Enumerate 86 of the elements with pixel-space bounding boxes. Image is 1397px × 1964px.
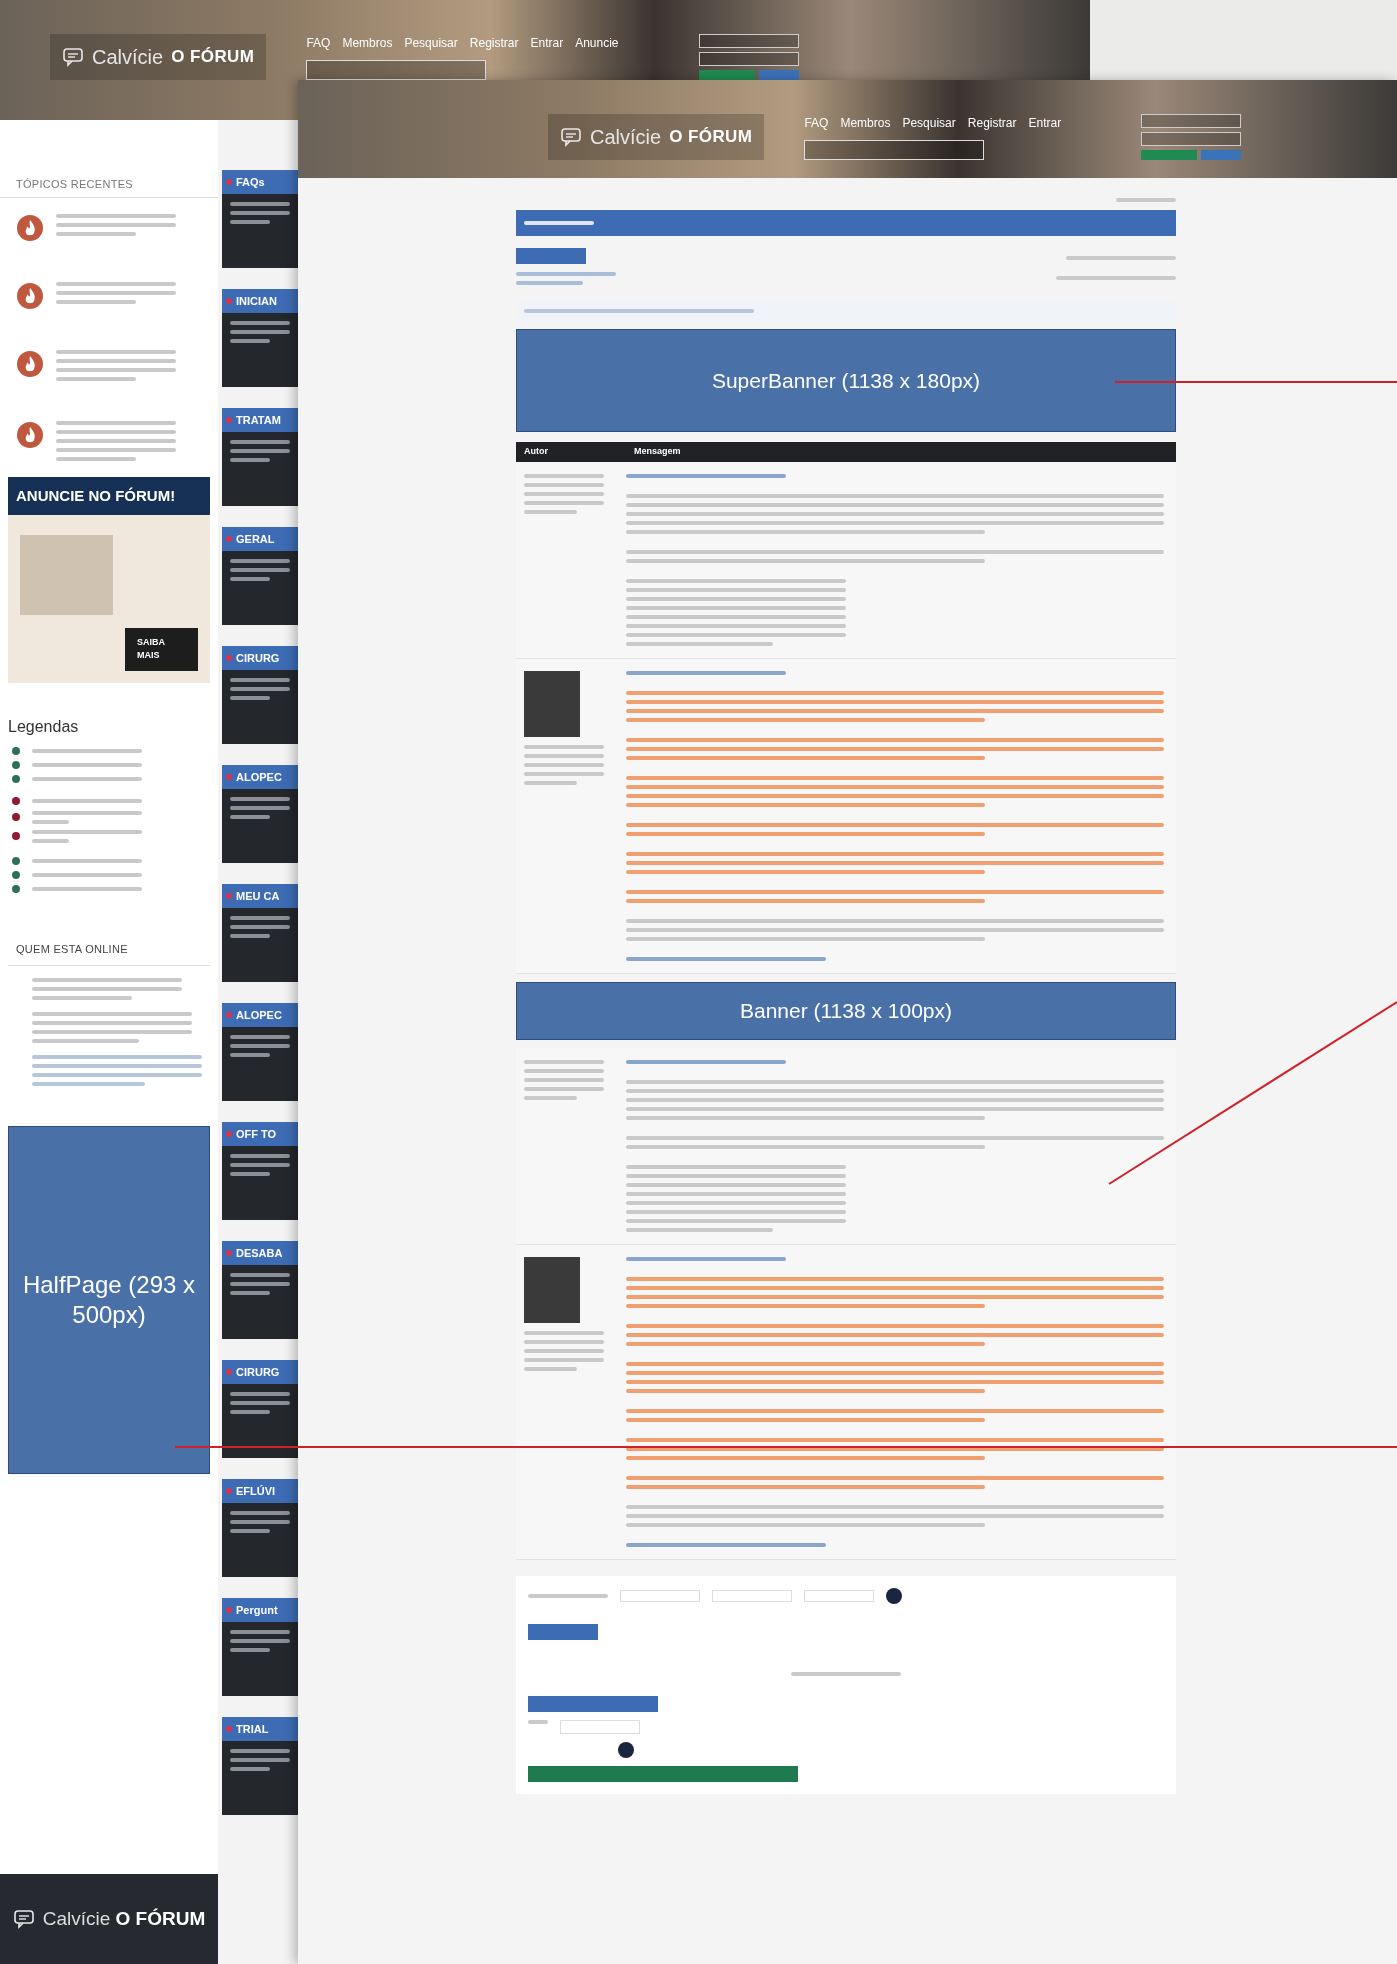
blurred-text xyxy=(230,440,290,462)
flame-icon xyxy=(16,281,44,310)
nav-link[interactable]: Entrar xyxy=(530,34,564,52)
bullet-icon xyxy=(226,774,232,780)
blurred-text xyxy=(230,1749,290,1771)
go-button[interactable] xyxy=(618,1742,634,1758)
bullet-icon xyxy=(226,893,232,899)
blurred-text xyxy=(230,916,290,938)
sidebar-heading: TÓPICOS RECENTES xyxy=(0,172,218,198)
blurred-text xyxy=(230,1273,290,1295)
search-field[interactable] xyxy=(306,60,487,80)
blurred-text xyxy=(528,1720,548,1724)
go-button[interactable] xyxy=(886,1588,902,1604)
nav-link[interactable]: Pesquisar xyxy=(404,34,458,52)
blurred-text xyxy=(230,1392,290,1414)
category-card[interactable]: FAQs xyxy=(222,170,298,268)
category-card[interactable]: TRATAM xyxy=(222,408,298,506)
category-card[interactable]: ALOPEC xyxy=(222,765,298,863)
blurred-text xyxy=(230,1630,290,1652)
category-card[interactable]: TRIAL xyxy=(222,1717,298,1815)
bullet-icon xyxy=(226,1012,232,1018)
category-card[interactable]: EFLÚVI xyxy=(222,1479,298,1577)
category-card[interactable]: CIRURG xyxy=(222,646,298,744)
blurred-text xyxy=(230,202,290,224)
legend-title: Legendas xyxy=(7,716,80,737)
column-header: Mensagem xyxy=(633,445,682,459)
bullet-icon xyxy=(226,417,232,423)
bullet-icon xyxy=(226,179,232,185)
blurred-text xyxy=(230,1511,290,1533)
category-card[interactable]: GERAL xyxy=(222,527,298,625)
password-field[interactable] xyxy=(698,52,799,66)
nav-link[interactable]: Anuncie xyxy=(575,34,619,52)
nav-link[interactable]: FAQ xyxy=(306,34,331,52)
nav-link[interactable]: Membros xyxy=(342,34,393,52)
avatar-placeholder xyxy=(524,671,580,737)
bullet-icon xyxy=(226,1369,232,1375)
nav-link[interactable]: Pesquisar xyxy=(902,114,956,132)
bullet-icon xyxy=(226,536,232,542)
bullet-icon xyxy=(226,1726,232,1732)
column-header: Autor xyxy=(523,445,549,459)
half-page-banner: HalfPage (293 x 500px) xyxy=(8,1126,210,1474)
chat-bubble-icon xyxy=(12,1909,35,1929)
footer-logo-text: Calvície O FÓRUM xyxy=(42,1906,206,1931)
bullet-icon xyxy=(226,655,232,661)
bullet-icon xyxy=(226,1250,232,1256)
blurred-text xyxy=(230,797,290,819)
sidebar-heading: QUEM ESTA ONLINE xyxy=(8,932,210,966)
nav-link[interactable]: Registrar xyxy=(469,34,519,52)
password-field[interactable] xyxy=(1141,132,1242,146)
category-card[interactable]: ALOPEC xyxy=(222,1003,298,1101)
bullet-icon xyxy=(226,1488,232,1494)
category-card[interactable]: CIRURG xyxy=(222,1360,298,1458)
avatar-placeholder xyxy=(524,1257,580,1323)
nav-link[interactable]: Registrar xyxy=(967,114,1017,132)
nav-link[interactable]: Entrar xyxy=(1028,114,1062,132)
bullet-icon xyxy=(226,298,232,304)
bullet-icon xyxy=(226,1131,232,1137)
blurred-text xyxy=(1116,198,1176,202)
blurred-text xyxy=(230,678,290,700)
blurred-text xyxy=(524,221,594,225)
flame-icon xyxy=(16,420,44,449)
category-card[interactable]: MEU CA xyxy=(222,884,298,982)
super-banner: SuperBanner (1138 x 180px) xyxy=(516,329,1176,432)
category-card[interactable]: INICIAN xyxy=(222,289,298,387)
banner: Banner (1138 x 100px) xyxy=(516,982,1176,1040)
blurred-text xyxy=(230,1154,290,1176)
category-card[interactable]: OFF TO xyxy=(222,1122,298,1220)
flame-icon xyxy=(16,213,44,242)
blurred-text xyxy=(230,321,290,343)
forum-logo[interactable]: Calvície O FÓRUM xyxy=(50,34,267,80)
username-field[interactable] xyxy=(698,34,799,48)
advertise-banner[interactable]: ANUNCIE NO FÓRUM! SAIBA MAIS xyxy=(8,476,210,683)
learn-more-button[interactable]: SAIBA MAIS xyxy=(125,627,198,671)
blurred-text xyxy=(230,559,290,581)
flame-icon xyxy=(16,349,44,378)
search-field[interactable] xyxy=(804,140,985,160)
bullet-icon xyxy=(226,1607,232,1613)
nav-link[interactable]: Membros xyxy=(840,114,891,132)
forum-logo[interactable]: Calvície O FÓRUM xyxy=(548,114,765,160)
chat-bubble-icon xyxy=(560,127,582,147)
username-field[interactable] xyxy=(1141,114,1242,128)
chat-bubble-icon xyxy=(62,47,84,67)
category-card[interactable]: Pergunt xyxy=(222,1598,298,1696)
blurred-text xyxy=(230,1035,290,1057)
category-card[interactable]: DESABA xyxy=(222,1241,298,1339)
nav-link[interactable]: FAQ xyxy=(804,114,829,132)
